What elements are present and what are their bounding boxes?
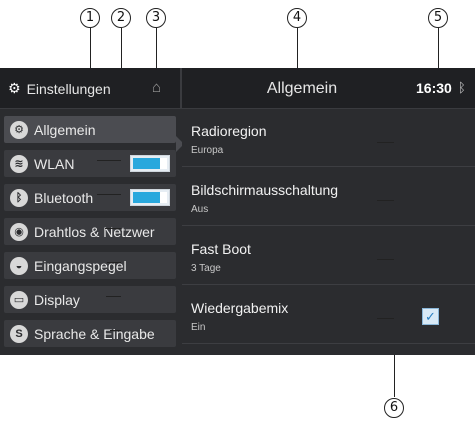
page-title: Allgemein	[266, 80, 338, 97]
sidebar-item-drahtlos-netzwerke[interactable]: ◉ Drahtlos & Netzwer	[4, 218, 176, 245]
sidebar-item-bluetooth[interactable]: ᛒ Bluetooth	[4, 184, 176, 211]
wifi-icon: ≋	[10, 154, 28, 173]
setting-value: Aus	[191, 204, 209, 215]
setting-row-wiedergabemix[interactable]: Wiedergabemix Ein ✓	[182, 286, 475, 344]
callout-marker: 1	[80, 8, 100, 28]
setting-row-bildschirmausschaltung[interactable]: Bildschirmausschaltung Aus	[182, 168, 475, 226]
bluetooth-icon: ᛒ	[10, 188, 28, 207]
setting-title: Fast Boot	[191, 241, 251, 257]
callout-leader-line	[377, 259, 394, 260]
setting-value: 3 Tage	[191, 263, 221, 274]
top-bar: ⚙ Einstellungen ⌂ Allgemein 16:30 ᛒ	[0, 68, 475, 109]
settings-title: Einstellungen	[26, 80, 111, 97]
device-screen: ⚙ Einstellungen ⌂ Allgemein 16:30 ᛒ ⚙ Al…	[0, 68, 475, 355]
settings-header[interactable]: ⚙ Einstellungen	[8, 68, 111, 109]
language-icon: S	[10, 324, 28, 343]
network-icon: ◉	[10, 222, 28, 241]
callout-marker: 6	[384, 398, 404, 418]
sidebar-item-eingangspegel[interactable]: ◒ Eingangspegel	[4, 252, 176, 279]
home-icon[interactable]: ⌂	[152, 79, 161, 96]
setting-row-fast-boot[interactable]: Fast Boot 3 Tage	[182, 227, 475, 285]
callout-leader-line	[110, 330, 121, 331]
bluetooth-toggle[interactable]	[130, 189, 170, 206]
sidebar-item-display[interactable]: ▭ Display	[4, 286, 176, 313]
callout-leader-line	[377, 318, 394, 319]
settings-list: Radioregion Europa Bildschirmausschaltun…	[182, 109, 475, 355]
setting-value: Ein	[191, 322, 206, 333]
callout-leader-line	[105, 228, 121, 229]
callout-leader-line	[377, 200, 394, 201]
sidebar-item-label: Display	[34, 291, 80, 308]
callout-leader-line	[107, 262, 121, 263]
setting-row-radioregion[interactable]: Radioregion Europa	[182, 109, 475, 167]
callout-leader-line	[97, 160, 121, 161]
callout-leader-line	[106, 296, 121, 297]
gear-icon: ⚙	[10, 120, 28, 139]
setting-title: Radioregion	[191, 123, 267, 139]
sidebar-item-label: WLAN	[34, 155, 75, 172]
setting-title: Wiedergabemix	[191, 300, 289, 316]
callout-marker: 5	[428, 8, 448, 28]
bluetooth-icon: ᛒ	[458, 80, 466, 95]
sidebar-item-wlan[interactable]: ≋ WLAN	[4, 150, 176, 177]
sidebar-item-label: Allgemein	[34, 121, 96, 138]
settings-sidebar: ⚙ Allgemein ≋ WLAN ᛒ Bluetooth ◉ Drahtlo…	[0, 109, 180, 355]
sidebar-item-sprache-eingabe[interactable]: S Sprache & Eingabe	[4, 320, 176, 347]
clock: 16:30	[416, 80, 452, 96]
wlan-toggle[interactable]	[130, 155, 170, 172]
setting-value: Europa	[191, 145, 224, 156]
input-level-icon: ◒	[10, 256, 28, 275]
sidebar-item-allgemein[interactable]: ⚙ Allgemein	[4, 116, 176, 143]
sidebar-item-label: Eingangspegel	[34, 257, 127, 274]
sidebar-item-label: Bluetooth	[34, 189, 94, 206]
setting-title: Bildschirmausschaltung	[191, 182, 339, 198]
sidebar-item-label: Drahtlos & Netzwer	[34, 223, 155, 240]
callout-leader-line	[377, 142, 394, 143]
callout-marker: 3	[146, 8, 166, 28]
wiedergabemix-checkbox[interactable]: ✓	[422, 308, 439, 325]
callout-marker: 4	[287, 8, 307, 28]
display-icon: ▭	[10, 290, 28, 309]
sidebar-item-label: Sprache & Eingabe	[34, 325, 155, 342]
gears-icon: ⚙	[8, 80, 21, 96]
callout-leader-line	[97, 194, 121, 195]
callout-marker: 2	[111, 8, 131, 28]
